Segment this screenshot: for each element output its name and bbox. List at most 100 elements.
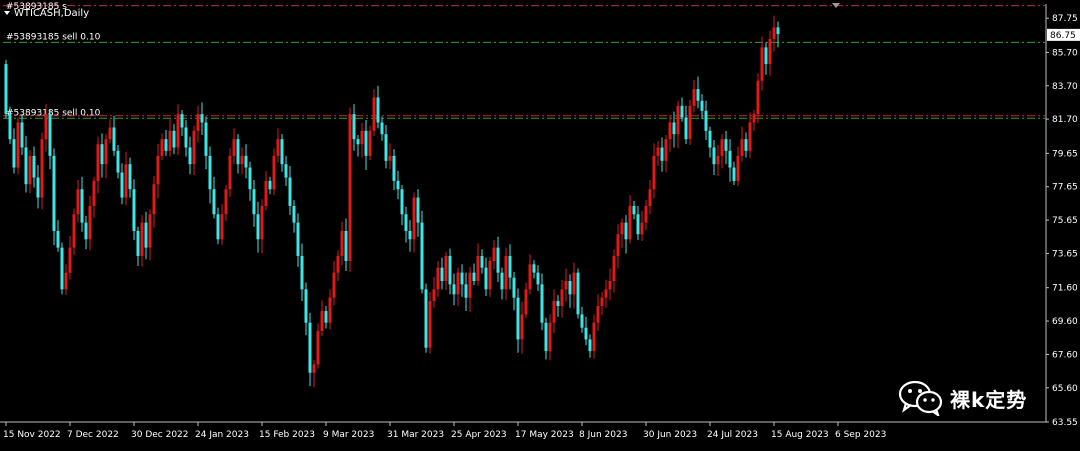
candle-body xyxy=(268,180,272,190)
candle-body xyxy=(656,147,660,156)
candle-body xyxy=(36,177,40,198)
candle-body xyxy=(600,297,604,307)
date-tick-label: 25 Apr 2023 xyxy=(451,430,507,440)
candle-body xyxy=(400,189,404,215)
candle-body xyxy=(428,301,432,348)
candle-body xyxy=(384,134,388,161)
candle-body xyxy=(736,155,740,181)
candle-body xyxy=(512,277,516,298)
candle-body xyxy=(572,272,576,295)
date-tick-label: 30 Jun 2023 xyxy=(643,430,697,440)
candle-body xyxy=(276,139,280,156)
candle-body xyxy=(176,114,180,148)
candle-body xyxy=(676,105,680,135)
candle-body xyxy=(560,289,564,307)
candle-body xyxy=(508,255,512,278)
candle-body xyxy=(352,114,356,140)
candle-body xyxy=(628,205,632,240)
candle-body xyxy=(580,314,584,328)
candle-body xyxy=(24,147,28,185)
candle-body xyxy=(524,289,528,315)
candle-body xyxy=(32,155,36,178)
candle-body xyxy=(544,322,548,352)
candle-body xyxy=(700,100,704,111)
candle-body xyxy=(660,147,664,161)
candle-body xyxy=(20,122,24,148)
candle-body xyxy=(76,189,80,215)
candle-body xyxy=(368,130,372,156)
candle-body xyxy=(280,139,284,165)
candle-body xyxy=(300,255,304,290)
candle-body xyxy=(152,184,156,215)
candle-body xyxy=(604,289,608,298)
candle-body xyxy=(196,114,200,131)
candle-body xyxy=(72,214,76,248)
price-tick-label: 65.60 xyxy=(1052,384,1078,394)
candle-body xyxy=(728,150,732,168)
candle-body xyxy=(312,364,316,373)
candle-body xyxy=(472,272,476,281)
candle-body xyxy=(692,89,696,106)
candle-body xyxy=(608,280,612,290)
candle-body xyxy=(168,130,172,151)
candle-body xyxy=(528,264,532,290)
candle-body xyxy=(432,289,436,302)
candle-body xyxy=(644,205,648,223)
price-tick-label: 69.60 xyxy=(1052,317,1078,327)
candle-body xyxy=(240,155,244,165)
candle-body xyxy=(460,272,464,285)
order-label: #53893185 sell 0.10 xyxy=(6,108,101,118)
candle-body xyxy=(612,255,616,281)
candle-body xyxy=(720,139,724,156)
candle-body xyxy=(668,122,672,140)
candle-body xyxy=(624,222,628,240)
candle-body xyxy=(16,122,20,168)
candle-body xyxy=(380,122,384,135)
candle-body xyxy=(712,147,716,165)
candle-body xyxy=(12,139,16,168)
date-tick-label: 7 Dec 2022 xyxy=(67,430,119,440)
candle-body xyxy=(592,322,596,352)
candle-body xyxy=(160,139,164,156)
candle-body xyxy=(124,164,128,198)
candle-body xyxy=(288,177,292,206)
candle-body xyxy=(192,130,196,165)
candle-body xyxy=(568,280,572,295)
candle-body xyxy=(448,255,452,285)
candle-body xyxy=(424,289,428,348)
candle-body xyxy=(584,327,588,340)
candle-body xyxy=(52,155,56,231)
price-tick-label: 75.65 xyxy=(1052,216,1078,226)
candle-body xyxy=(532,264,536,273)
candle-body xyxy=(56,230,60,248)
candle-body xyxy=(408,230,412,240)
candle-body xyxy=(336,255,340,273)
price-tick-label: 87.75 xyxy=(1052,14,1078,24)
candle-body xyxy=(88,205,92,240)
candle-body xyxy=(8,114,12,140)
candle-body xyxy=(260,205,264,240)
watermark-text: 裸k定势 xyxy=(950,387,1028,412)
candle-body xyxy=(112,127,116,151)
candle-body xyxy=(172,130,176,148)
candle-body xyxy=(412,197,416,240)
candle-body xyxy=(468,272,472,298)
price-chart[interactable]: #53893185 sell 0.10 #53893185 sell 0.10 8… xyxy=(0,0,1080,447)
candle-body xyxy=(356,139,360,145)
candle-body xyxy=(440,267,444,281)
candle-body xyxy=(148,214,152,248)
candle-body xyxy=(596,306,600,323)
candle-body xyxy=(184,127,188,148)
candle-body xyxy=(132,189,136,231)
date-tick-label: 8 Jun 2023 xyxy=(579,430,627,440)
candle-body xyxy=(232,139,236,156)
candle-body xyxy=(436,267,440,290)
current-price: 86.75 xyxy=(1047,28,1080,41)
candle-body xyxy=(620,222,624,235)
candle-body xyxy=(588,339,592,352)
candle-body xyxy=(348,114,352,261)
candle-body xyxy=(320,311,324,332)
price-tick-label: 73.65 xyxy=(1052,249,1078,259)
candle-body xyxy=(632,205,636,215)
candle-body xyxy=(264,180,268,206)
